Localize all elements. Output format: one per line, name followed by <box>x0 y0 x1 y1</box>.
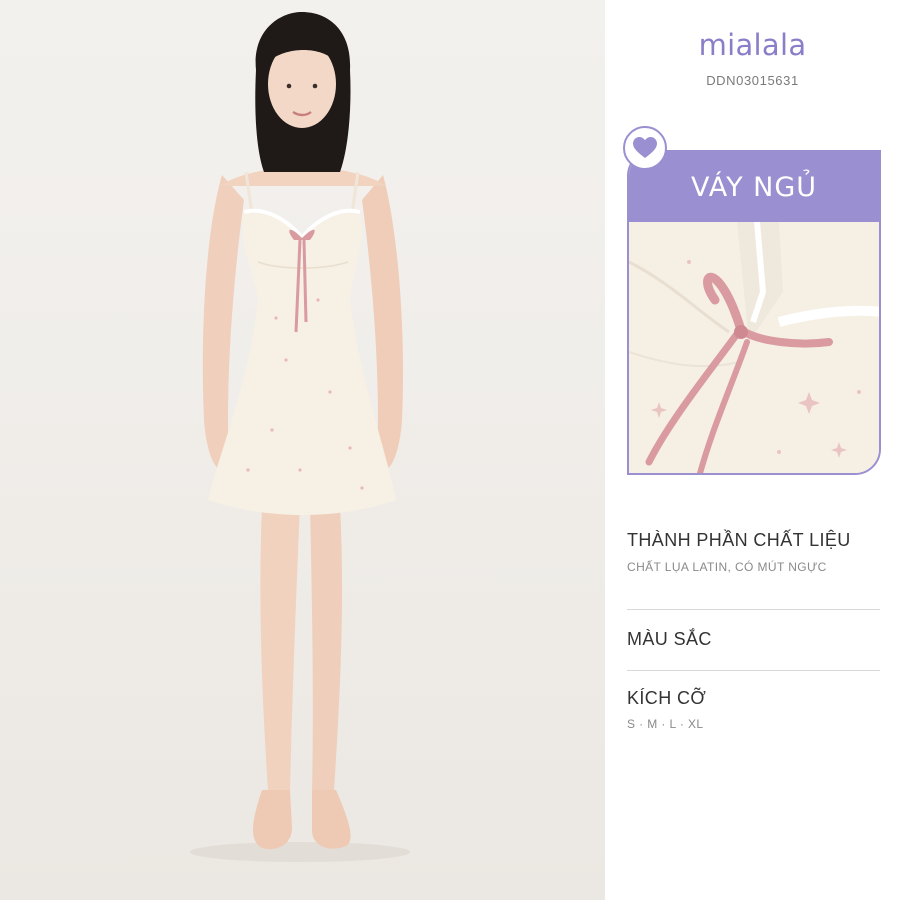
product-card: VÁY NGỦ <box>627 150 881 475</box>
product-sku: DDN03015631 <box>706 73 799 88</box>
card-title: VÁY NGỦ <box>690 171 818 203</box>
material-title: THÀNH PHẦN CHẤT LIỆU <box>627 530 851 550</box>
card-header: VÁY NGỦ <box>629 152 879 222</box>
material-value: CHẤT LỤA LATIN, CÓ MÚT NGỰC <box>627 560 827 574</box>
fabric-closeup-image <box>629 221 879 473</box>
divider <box>627 670 880 671</box>
size-title: KÍCH CỠ <box>627 688 707 708</box>
color-title: MÀU SẮC <box>627 629 712 649</box>
info-panel: mialala DDN03015631 VÁY NGỦ THÀNH PHẦN C… <box>605 0 900 900</box>
model-illustration <box>190 12 410 862</box>
size-options: S · M · L · XL <box>627 717 704 731</box>
heart-icon <box>623 126 667 170</box>
brand-logo: mialala <box>698 28 807 62</box>
product-photo <box>0 0 605 900</box>
divider <box>627 609 880 610</box>
